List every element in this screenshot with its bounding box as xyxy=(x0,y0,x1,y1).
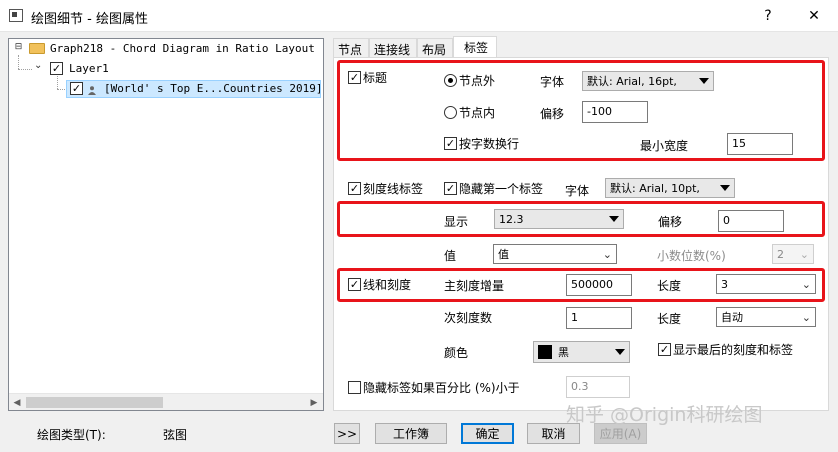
horizontal-scrollbar[interactable]: ◀ ▶ xyxy=(9,393,323,410)
layer-checkbox[interactable]: ✓ xyxy=(50,62,63,75)
plot-checkbox[interactable]: ✓ xyxy=(70,82,83,95)
minor-length-select[interactable]: 自动 ⌄ xyxy=(716,307,816,327)
tree-item-layer[interactable]: Layer1 xyxy=(69,62,109,75)
color-swatch xyxy=(538,345,552,359)
tick-font-value: 默认: Arial, 10pt, xyxy=(610,182,700,195)
tree-connector xyxy=(57,76,58,89)
minor-count-input[interactable]: 1 xyxy=(566,307,632,329)
hide-first-checkbox-row[interactable]: ✓ 隐藏第一个标签 xyxy=(444,180,543,197)
hide-first-checkbox[interactable]: ✓ xyxy=(444,182,457,195)
hide-checkbox[interactable] xyxy=(348,381,361,394)
dropdown-caret-icon xyxy=(720,185,730,191)
show-last-checkbox[interactable]: ✓ xyxy=(658,343,671,356)
minor-length-value: 自动 xyxy=(721,311,743,324)
value-select-value: 值 xyxy=(498,248,509,261)
highlight-display-box xyxy=(337,201,825,237)
color-value: 黑 xyxy=(558,346,569,359)
watermark-text: 知乎 @Origin科研绘图 xyxy=(566,404,763,426)
dropdown-caret-icon xyxy=(615,349,625,355)
tree-item-graph[interactable]: Graph218 - Chord Diagram in Ratio Layout xyxy=(50,42,315,55)
hide-first-checkbox-label: 隐藏第一个标签 xyxy=(459,182,544,196)
highlight-title-box xyxy=(337,60,825,161)
tab-links[interactable]: 连接线 xyxy=(369,38,417,58)
chevron-down-icon[interactable]: ⌄ xyxy=(34,60,42,71)
tree-item-plot[interactable]: [World' s Top E...Countries 2019]"Di xyxy=(104,82,320,95)
tree-connector xyxy=(18,69,32,70)
person-icon xyxy=(88,84,96,95)
show-last-checkbox-label: 显示最后的刻度和标签 xyxy=(673,343,794,357)
hide-threshold-input[interactable]: 0.3 xyxy=(566,376,630,398)
plot-type-value: 弦图 xyxy=(163,428,188,442)
workbook-button[interactable]: 工作簿 xyxy=(375,423,447,444)
tick-font-select[interactable]: 默认: Arial, 10pt, xyxy=(605,178,735,198)
chevron-down-icon: ⌄ xyxy=(602,247,612,261)
tick-labels-checkbox-label: 刻度线标签 xyxy=(363,182,424,196)
decimal-value: 2 xyxy=(777,247,784,261)
color-select[interactable]: 黑 xyxy=(533,341,630,363)
hide-checkbox-label: 隐藏标签如果百分比 (%)小于 xyxy=(363,381,520,395)
window-title: 绘图细节 - 绘图属性 xyxy=(31,12,148,27)
show-last-checkbox-row[interactable]: ✓ 显示最后的刻度和标签 xyxy=(658,341,793,358)
hide-checkbox-row[interactable]: 隐藏标签如果百分比 (%)小于 xyxy=(348,379,520,396)
help-button[interactable]: ? xyxy=(745,0,791,32)
decimal-label: 小数位数(%) xyxy=(657,249,726,263)
scroll-thumb[interactable] xyxy=(26,397,163,408)
tick-labels-checkbox-row[interactable]: ✓ 刻度线标签 xyxy=(348,180,423,197)
highlight-line-box xyxy=(337,268,825,302)
value-select[interactable]: 值 ⌄ xyxy=(493,244,617,264)
minor-length-label: 长度 xyxy=(657,312,682,326)
window-icon xyxy=(9,9,23,22)
tick-font-label: 字体 xyxy=(565,184,590,198)
chevron-down-icon: ⌄ xyxy=(801,310,811,324)
close-button[interactable]: ✕ xyxy=(791,0,837,32)
title-bar: 绘图细节 - 绘图属性 ? ✕ xyxy=(0,0,838,32)
folder-icon xyxy=(29,43,45,54)
color-label: 颜色 xyxy=(444,346,469,360)
minor-count-label: 次刻度数 xyxy=(444,311,493,325)
scroll-left-icon[interactable]: ◀ xyxy=(9,395,25,410)
scroll-right-icon[interactable]: ▶ xyxy=(306,395,322,410)
tab-nodes[interactable]: 节点 xyxy=(333,38,369,58)
plot-type-label: 绘图类型(T): xyxy=(37,428,106,442)
tab-labels[interactable]: 标签 xyxy=(453,36,497,58)
expand-button[interactable]: >> xyxy=(334,423,360,444)
value-label: 值 xyxy=(444,249,457,263)
chevron-down-icon: ⌄ xyxy=(799,247,809,261)
tree-connector xyxy=(18,55,19,69)
ok-button[interactable]: 确定 xyxy=(461,423,514,444)
collapse-icon[interactable]: ⊟ xyxy=(14,43,23,52)
decimal-select[interactable]: 2 ⌄ xyxy=(772,244,814,264)
tab-layout[interactable]: 布局 xyxy=(417,38,453,58)
tick-labels-checkbox[interactable]: ✓ xyxy=(348,182,361,195)
